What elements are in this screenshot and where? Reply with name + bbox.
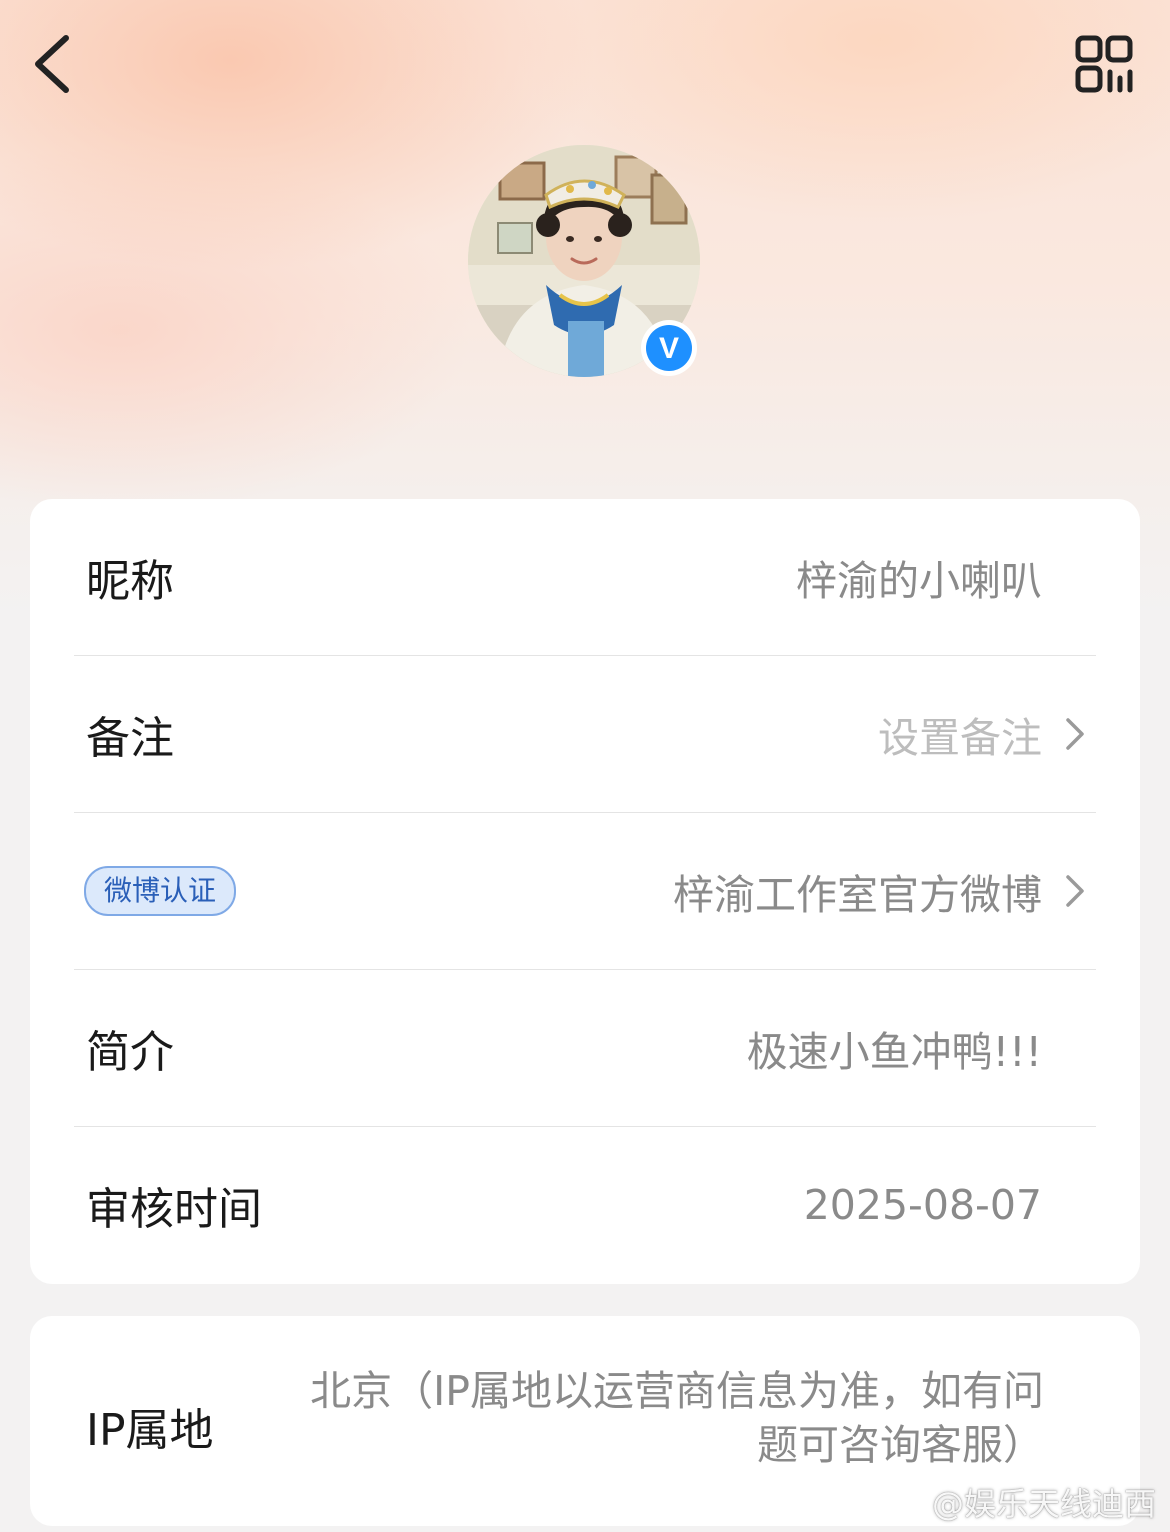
row-bio: 简介 极速小鱼冲鸭!!! [30, 970, 1140, 1126]
watermark: @娱乐天线迪西 [886, 1480, 1156, 1524]
verified-v-icon: V [641, 320, 697, 376]
weibo-logo-icon [887, 1485, 928, 1519]
verified-badge: V [640, 319, 698, 377]
svg-text:V: V [659, 332, 679, 365]
remark-value[interactable]: 设置备注 [878, 704, 1042, 764]
review-time-label: 审核时间 [86, 1184, 262, 1235]
remark-label: 备注 [86, 713, 174, 764]
chevron-right-icon [1066, 718, 1084, 750]
nickname-value: 梓渝的小喇叭 [796, 557, 1042, 605]
avatar-container[interactable]: V [468, 145, 700, 377]
chevron-right-icon [1066, 875, 1084, 907]
bio-value: 极速小鱼冲鸭!!! [746, 1028, 1042, 1076]
row-nickname: 昵称 梓渝的小喇叭 [30, 499, 1140, 655]
ip-location-value: 北京（IP属地以运营商信息为准，如有问题可咨询客服） [310, 1367, 1044, 1469]
review-time-value: 2025-08-07 [803, 1181, 1042, 1229]
watermark-text: @娱乐天线迪西 [931, 1485, 1156, 1523]
nickname-label: 昵称 [86, 556, 174, 607]
qr-code-button[interactable] [1070, 32, 1138, 98]
qr-code-icon [1075, 35, 1133, 93]
row-remark[interactable]: 备注 设置备注 [30, 656, 1140, 812]
chevron-left-icon [35, 35, 69, 93]
top-bar [0, 0, 1170, 130]
weibo-verified-badge: 微博认证 [84, 866, 237, 916]
profile-info-card: 昵称 梓渝的小喇叭 备注 设置备注 微博认证 梓渝工作室官方微博 简介 极速小鱼… [30, 499, 1140, 1284]
row-verification[interactable]: 微博认证 梓渝工作室官方微博 [30, 813, 1140, 969]
verification-value[interactable]: 梓渝工作室官方微博 [673, 861, 1042, 921]
back-button[interactable] [22, 24, 86, 104]
bio-label: 简介 [86, 1027, 174, 1078]
row-review-time: 审核时间 2025-08-07 [30, 1127, 1140, 1283]
ip-location-label: IP属地 [86, 1405, 214, 1456]
